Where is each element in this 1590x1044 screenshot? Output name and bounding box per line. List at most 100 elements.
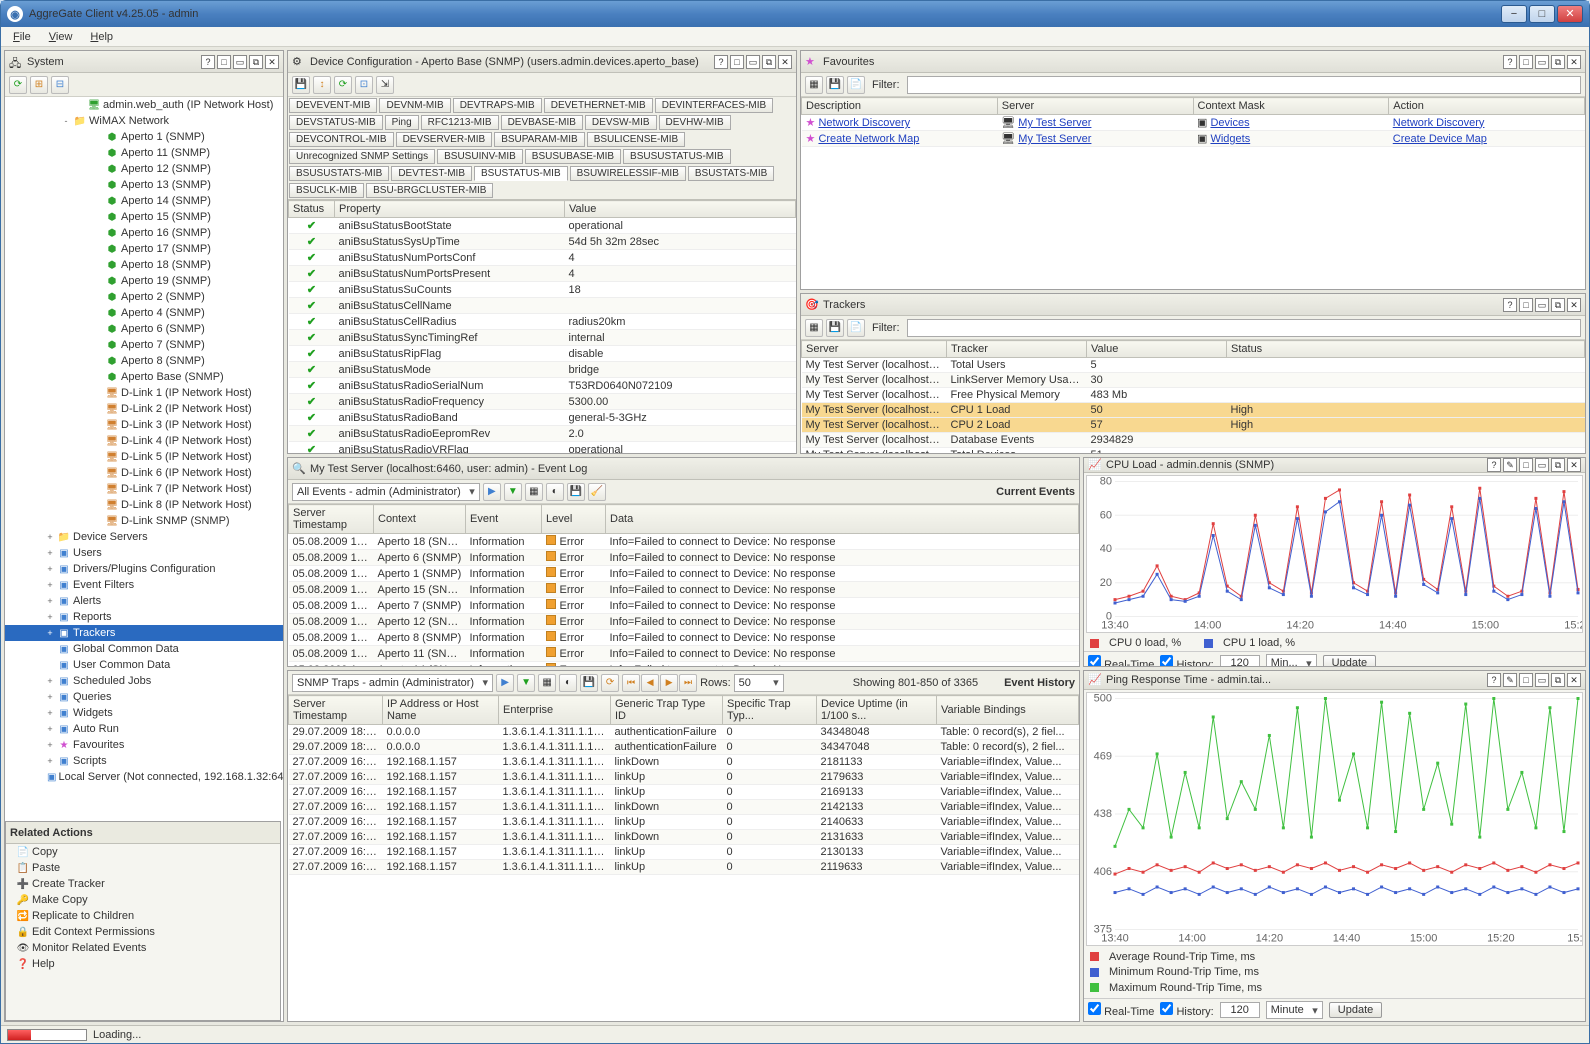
doc-icon[interactable]: 📄: [847, 76, 865, 94]
table-row[interactable]: ✔aniBsuStatusRadioFrequency5300.00: [289, 394, 796, 410]
col-header[interactable]: Enterprise: [499, 696, 611, 725]
tab-devsw-mib[interactable]: DEVSW-MIB: [585, 115, 657, 130]
table-row[interactable]: 27.07.2009 16:1...192.168.1.1571.3.6.1.4…: [289, 860, 1079, 875]
table-row[interactable]: 05.08.2009 13:...Aperto 8 (SNMP)Informat…: [289, 630, 1079, 646]
panel-btn[interactable]: ▭: [746, 55, 760, 69]
history-checkbox[interactable]: History:: [1160, 655, 1213, 667]
panel-btn[interactable]: □: [1519, 673, 1533, 687]
tab-bsuclk-mib[interactable]: BSUCLK-MIB: [289, 183, 364, 198]
panel-btn[interactable]: ⧉: [1551, 298, 1565, 312]
table-row[interactable]: 27.07.2009 16:2...192.168.1.1571.3.6.1.4…: [289, 815, 1079, 830]
tree-node[interactable]: ⬢Aperto 19 (SNMP): [5, 273, 283, 289]
table-row[interactable]: 05.08.2009 13:...Aperto 1 (SNMP)Informat…: [289, 566, 1079, 582]
table-row[interactable]: My Test Server (localhost:646...Free Phy…: [802, 388, 1585, 403]
tree-node[interactable]: 🖥D-Link 2 (IP Network Host): [5, 401, 283, 417]
tree-node[interactable]: -📁WiMAX Network: [5, 113, 283, 129]
grid-icon[interactable]: ▦: [538, 674, 556, 692]
table-row[interactable]: ★ Create Network Map🖥 My Test Server▣ Wi…: [802, 131, 1585, 147]
col-header[interactable]: Generic Trap Type ID: [611, 696, 723, 725]
tree-node[interactable]: 🖥D-Link 3 (IP Network Host): [5, 417, 283, 433]
save-icon[interactable]: 💾: [826, 319, 844, 337]
panel-close-icon[interactable]: ✕: [1567, 298, 1581, 312]
col-header[interactable]: Value: [565, 201, 796, 218]
panel-btn[interactable]: ▭: [1535, 55, 1549, 69]
tab-bsusuinv-mib[interactable]: BSUSUINV-MIB: [437, 149, 523, 164]
tab-devstatus-mib[interactable]: DEVSTATUS-MIB: [289, 115, 383, 130]
history-value[interactable]: [1220, 655, 1260, 667]
tool-icon[interactable]: ▦: [805, 76, 823, 94]
tab-devnm-mib[interactable]: DEVNM-MIB: [379, 98, 450, 113]
col-header[interactable]: Value: [1087, 341, 1227, 358]
save-icon[interactable]: 💾: [580, 674, 598, 692]
tree-node[interactable]: +▣Users: [5, 545, 283, 561]
col-header[interactable]: Server Timestamp: [289, 696, 383, 725]
table-row[interactable]: My Test Server (localhost:646...Total De…: [802, 448, 1585, 454]
edit-icon[interactable]: ✎: [1503, 458, 1517, 472]
clear-icon[interactable]: 🧹: [588, 483, 606, 501]
col-header[interactable]: Event: [466, 505, 542, 534]
table-row[interactable]: ✔aniBsuStatusNumPortsConf4: [289, 250, 796, 266]
table-row[interactable]: ✔aniBsuStatusCellRadiusradius20km: [289, 314, 796, 330]
tab-bsu-brgcluster-mib[interactable]: BSU-BRGCLUSTER-MIB: [366, 183, 493, 198]
table-row[interactable]: ✔aniBsuStatusCellName: [289, 298, 796, 314]
play-icon[interactable]: ▶: [496, 674, 514, 692]
tree-node[interactable]: +▣Auto Run: [5, 721, 283, 737]
table-row[interactable]: 27.07.2009 16:2...192.168.1.1571.3.6.1.4…: [289, 785, 1079, 800]
table-row[interactable]: ✔aniBsuStatusSyncTimingRefinternal: [289, 330, 796, 346]
table-row[interactable]: 05.08.2009 13:...Aperto 7 (SNMP)Informat…: [289, 598, 1079, 614]
unit-combo[interactable]: Min...: [1266, 654, 1317, 667]
col-header[interactable]: Action: [1389, 98, 1585, 115]
tab-devserver-mib[interactable]: DEVSERVER-MIB: [396, 132, 493, 147]
filter-input[interactable]: [907, 76, 1582, 94]
tree-node[interactable]: 🖥D-Link 4 (IP Network Host): [5, 433, 283, 449]
tab-ping[interactable]: Ping: [385, 115, 419, 130]
tree-node[interactable]: 🖥D-Link 8 (IP Network Host): [5, 497, 283, 513]
panel-btn[interactable]: ▭: [1535, 673, 1549, 687]
tree-node[interactable]: +▣Scripts: [5, 753, 283, 769]
table-row[interactable]: ✔aniBsuStatusRipFlagdisable: [289, 346, 796, 362]
col-header[interactable]: Context Mask: [1193, 98, 1389, 115]
table-row[interactable]: 29.07.2009 18:1...0.0.0.01.3.6.1.4.1.311…: [289, 725, 1079, 740]
tree-node[interactable]: ▣User Common Data: [5, 657, 283, 673]
save-icon[interactable]: 💾: [292, 76, 310, 94]
table-row[interactable]: My Test Server (localhost:646...Total Us…: [802, 358, 1585, 373]
panel-btn[interactable]: □: [1519, 298, 1533, 312]
col-header[interactable]: Server Timestamp: [289, 505, 374, 534]
table-row[interactable]: 05.08.2009 13:...Aperto 15 (SNMP)Informa…: [289, 582, 1079, 598]
refresh-icon[interactable]: ⟳: [601, 674, 619, 692]
tree-node[interactable]: 🖥admin.web_auth (IP Network Host): [5, 97, 283, 113]
tool-icon[interactable]: ▦: [805, 319, 823, 337]
snmp-filter-combo[interactable]: SNMP Traps - admin (Administrator): [292, 674, 493, 692]
col-header[interactable]: Server: [997, 98, 1193, 115]
tree-node[interactable]: ⬢Aperto 13 (SNMP): [5, 177, 283, 193]
close-button[interactable]: ✕: [1557, 5, 1583, 23]
event-filter-combo[interactable]: All Events - admin (Administrator): [292, 483, 480, 501]
action-edit-context-permissions[interactable]: 🔒Edit Context Permissions: [6, 924, 280, 940]
edit-icon[interactable]: ✎: [1503, 673, 1517, 687]
maximize-button[interactable]: □: [1529, 5, 1555, 23]
last-icon[interactable]: ⏭: [679, 674, 697, 692]
panel-btn[interactable]: □: [1519, 458, 1533, 472]
menu-view[interactable]: View: [41, 29, 81, 45]
sort-icon[interactable]: ↕: [313, 76, 331, 94]
col-header[interactable]: Description: [802, 98, 998, 115]
help-icon[interactable]: ?: [714, 55, 728, 69]
action-create-tracker[interactable]: ➕Create Tracker: [6, 876, 280, 892]
tree-node[interactable]: ⬢Aperto 4 (SNMP): [5, 305, 283, 321]
col-header[interactable]: Property: [335, 201, 565, 218]
tree-node[interactable]: 🖥D-Link 6 (IP Network Host): [5, 465, 283, 481]
chart-icon[interactable]: ◐: [559, 674, 577, 692]
help-icon[interactable]: ?: [1487, 458, 1501, 472]
tree-node[interactable]: +▣Drivers/Plugins Configuration: [5, 561, 283, 577]
tree-node[interactable]: ⬢Aperto 17 (SNMP): [5, 241, 283, 257]
tree-node[interactable]: ⬢Aperto 1 (SNMP): [5, 129, 283, 145]
help-icon[interactable]: ?: [1503, 298, 1517, 312]
tree-node[interactable]: ⬢Aperto 11 (SNMP): [5, 145, 283, 161]
tab-bsustatus-mib[interactable]: BSUSTATUS-MIB: [474, 166, 568, 181]
tab-devtraps-mib[interactable]: DEVTRAPS-MIB: [453, 98, 542, 113]
tree-node[interactable]: 🖥D-Link 7 (IP Network Host): [5, 481, 283, 497]
panel-btn[interactable]: ▭: [233, 55, 247, 69]
panel-btn[interactable]: ⧉: [1551, 55, 1565, 69]
panel-btn[interactable]: □: [1519, 55, 1533, 69]
unit-combo[interactable]: Minute: [1266, 1001, 1323, 1019]
